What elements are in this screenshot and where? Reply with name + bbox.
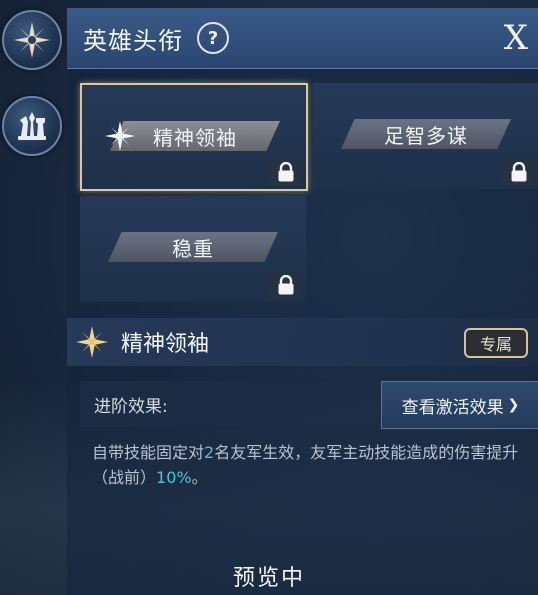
advance-effect-label: 进阶效果: <box>94 396 168 417</box>
preview-status: 预览中 <box>232 566 305 591</box>
view-button-label: 查看激活效果 <box>401 397 504 418</box>
title-ribbon-label: 稳重 <box>108 232 278 262</box>
help-button[interactable]: ? <box>197 22 229 54</box>
desc-text: 。 <box>191 468 208 487</box>
detail-title: 精神领袖 <box>121 332 210 357</box>
page-title: 英雄头衔 <box>83 26 183 55</box>
title-ribbon-label: 足智多谋 <box>341 119 511 149</box>
advance-effect-row: 进阶效果: <box>80 381 380 427</box>
lock-icon <box>270 159 302 185</box>
chess-pieces-icon[interactable] <box>2 96 62 156</box>
title-card-spiritual-leader[interactable]: 精神领袖 <box>80 83 308 191</box>
title-card-resourceful[interactable]: 足智多谋 <box>313 83 538 189</box>
desc-text: 自带技能固定对 <box>92 443 205 462</box>
desc-highlight-percent: 10% <box>156 468 192 487</box>
title-card-steady[interactable]: 稳重 <box>80 196 306 302</box>
exclusive-badge: 专属 <box>464 328 528 358</box>
view-activation-effect-button[interactable]: 查看激活效果 ❯ <box>381 381 538 429</box>
desc-highlight-number: 2 <box>204 443 215 462</box>
effect-description: 自带技能固定对2名友军生效，友军主动技能造成的伤害提升（战前）10%。 <box>92 440 532 490</box>
star-sparkle-icon <box>102 118 138 154</box>
title-detail-header: 精神领袖 专属 <box>67 318 538 366</box>
title-bar: 英雄头衔 ? X <box>67 8 538 69</box>
lock-icon <box>270 272 302 298</box>
gold-star-icon <box>76 326 108 358</box>
compass-star-icon[interactable] <box>2 10 62 70</box>
lock-icon <box>503 159 535 185</box>
chevron-right-icon: ❯ <box>507 397 520 413</box>
close-button[interactable]: X <box>504 18 528 58</box>
